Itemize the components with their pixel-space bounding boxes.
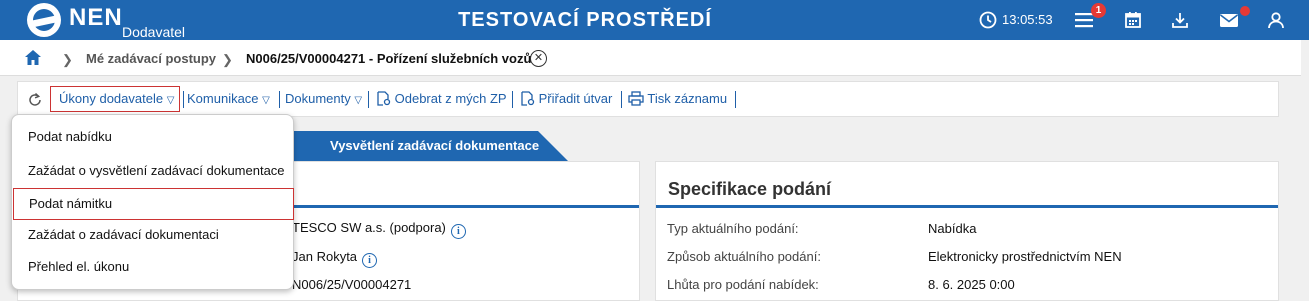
caret-down-icon: ▽ bbox=[354, 95, 363, 106]
supplier-actions-dropdown: Podat nabídku Zažádat o vysvětlení zadáv… bbox=[11, 114, 294, 290]
info-icon[interactable]: i bbox=[450, 224, 466, 239]
menu-item-request-documentation[interactable]: Zažádat o zadávací dokumentaci bbox=[12, 219, 293, 251]
file-gear-icon bbox=[377, 91, 391, 106]
field-value: Elektronicky prostřednictvím NEN bbox=[928, 249, 1122, 264]
info-icon[interactable]: i bbox=[362, 253, 378, 268]
clock-icon bbox=[976, 8, 1000, 32]
breadcrumb: ❯ Mé zadávací postupy ❯ N006/25/V0000427… bbox=[0, 40, 1309, 76]
separator bbox=[512, 91, 513, 108]
printer-icon bbox=[628, 91, 644, 106]
menu-item-submit-objection[interactable]: Podat námitku bbox=[13, 188, 294, 220]
field-label: Lhůta pro podání nabídek: bbox=[667, 277, 819, 292]
notification-badge: 1 bbox=[1091, 3, 1106, 18]
file-gear-icon bbox=[521, 91, 535, 106]
left-value-text: Jan Rokyta bbox=[292, 249, 358, 264]
submission-spec-panel: Specifikace podání Typ aktuálního podání… bbox=[655, 161, 1279, 301]
action-toolbar: Úkony dodavatele ▽ Komunikace ▽ Dokument… bbox=[17, 81, 1279, 117]
field-label: Způsob aktuálního podání: bbox=[667, 249, 821, 264]
field-value: 8. 6. 2025 0:00 bbox=[928, 277, 1015, 292]
field-value: Nabídka bbox=[928, 221, 977, 236]
home-icon[interactable] bbox=[24, 49, 42, 71]
refresh-icon[interactable] bbox=[27, 92, 43, 113]
caret-down-icon: ▽ bbox=[166, 95, 175, 106]
menu-item-request-clarification[interactable]: Zažádat o vysvětlení zadávací dokumentac… bbox=[12, 155, 293, 187]
menu-item-submit-offer[interactable]: Podat nabídku bbox=[12, 121, 293, 153]
supplier-actions-menu[interactable]: Úkony dodavatele ▽ bbox=[59, 91, 174, 109]
separator bbox=[368, 91, 369, 108]
separator bbox=[183, 91, 184, 108]
separator bbox=[279, 91, 280, 108]
left-value: TESCO SW a.s. (podpora) i bbox=[292, 220, 466, 239]
supplier-actions-label: Úkony dodavatele bbox=[59, 91, 164, 106]
panel-divider bbox=[656, 205, 1278, 208]
separator bbox=[735, 91, 736, 108]
chevron-right-icon: ❯ bbox=[222, 52, 233, 67]
panel-title: Specifikace podání bbox=[668, 179, 832, 199]
left-value: N006/25/V00004271 bbox=[292, 277, 412, 292]
menu-item-action-overview[interactable]: Přehled el. úkonu bbox=[12, 251, 293, 283]
communication-menu[interactable]: Komunikace ▽ bbox=[187, 91, 270, 109]
caret-down-icon: ▽ bbox=[262, 95, 270, 106]
tab-clarification[interactable]: Vysvětlení zadávací dokumentace bbox=[293, 131, 568, 161]
mail-icon[interactable] bbox=[1217, 8, 1241, 32]
documents-label: Dokumenty bbox=[285, 91, 351, 106]
separator bbox=[621, 91, 622, 108]
chevron-right-icon: ❯ bbox=[62, 52, 73, 67]
print-record-label: Tisk záznamu bbox=[647, 91, 728, 106]
calendar-icon[interactable] bbox=[1121, 8, 1145, 32]
assign-unit-label: Přiřadit útvar bbox=[538, 91, 613, 106]
breadcrumb-current: N006/25/V00004271 - Pořízení služebních … bbox=[246, 51, 532, 66]
top-header: NEN Dodavatel TESTOVACÍ PROSTŘEDÍ 13:05:… bbox=[0, 0, 1309, 40]
vertical-scrollbar[interactable] bbox=[1301, 40, 1309, 293]
print-record-button[interactable]: Tisk záznamu bbox=[628, 91, 727, 107]
breadcrumb-item[interactable]: Mé zadávací postupy bbox=[86, 51, 216, 67]
communication-label: Komunikace bbox=[187, 91, 259, 106]
remove-from-my-label: Odebrat z mých ZP bbox=[394, 91, 507, 106]
field-label: Typ aktuálního podání: bbox=[667, 221, 799, 236]
assign-unit-button[interactable]: Přiřadit útvar bbox=[520, 91, 612, 107]
remove-from-my-button[interactable]: Odebrat z mých ZP bbox=[376, 91, 507, 107]
left-value: Jan Rokyta i bbox=[292, 249, 378, 268]
user-icon[interactable] bbox=[1264, 8, 1288, 32]
session-time: 13:05:53 bbox=[1002, 12, 1053, 27]
left-value-text: TESCO SW a.s. (podpora) bbox=[292, 220, 446, 235]
mail-unread-dot bbox=[1240, 6, 1250, 16]
download-icon[interactable] bbox=[1168, 8, 1192, 32]
documents-menu[interactable]: Dokumenty ▽ bbox=[285, 91, 362, 109]
close-icon[interactable]: ✕ bbox=[530, 50, 547, 67]
